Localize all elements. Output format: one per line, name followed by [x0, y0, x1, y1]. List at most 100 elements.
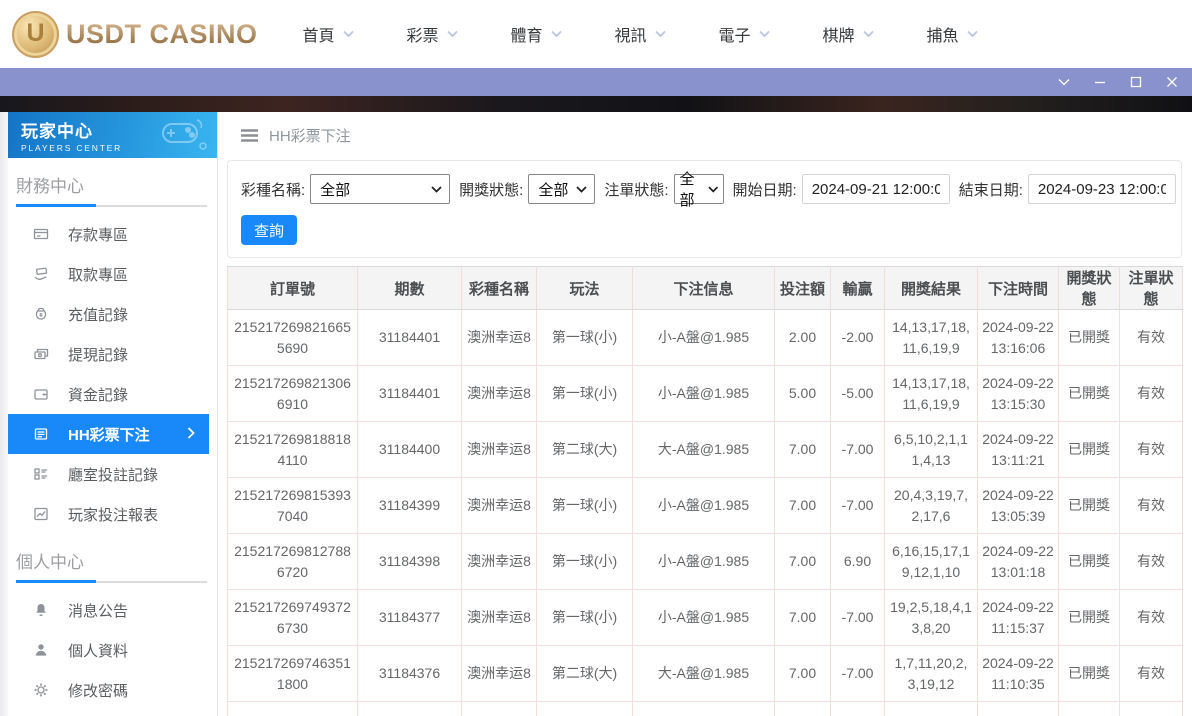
table-cell: 小-A盤@1.985: [632, 589, 775, 646]
nav-item-label: 視訊: [614, 28, 647, 45]
table-cell: -5.00: [830, 365, 885, 422]
table-cell: 2024-09-22 11:15:37: [977, 589, 1059, 646]
withdrawal-record-icon: [33, 346, 49, 362]
table-cell: 澳洲幸运8: [461, 365, 537, 422]
table-cell: -7.00: [830, 477, 885, 534]
table-cell: 6,16,15,17,19,12,1,10: [884, 533, 978, 590]
sidebar-item[interactable]: 修改密碼: [8, 670, 209, 710]
nav-item[interactable]: 電子: [692, 22, 796, 46]
table-cell: 已開獎: [1058, 421, 1120, 478]
nav-item-label: 首頁: [302, 28, 335, 45]
table-cell: 2024-09-22 13:15:30: [977, 365, 1059, 422]
table-cell: 2152172698188184110: [227, 421, 358, 478]
nav-item[interactable]: 首頁: [276, 22, 380, 46]
nav-item[interactable]: 體育: [484, 22, 588, 46]
sidebar-item[interactable]: 廳室投註記錄: [8, 454, 209, 494]
sidebar-item[interactable]: 玩家投注報表: [8, 494, 209, 534]
filter-panel: 彩種名稱: 全部 開獎狀態: 全部 注單狀態: 全部 開始日期: 2024-09…: [227, 160, 1182, 258]
sidebar-item[interactable]: 存款專區: [8, 214, 209, 254]
table-cell: 6.90: [830, 533, 885, 590]
sidebar-item[interactable]: 取款專區: [8, 254, 209, 294]
table-cell: 14,13,17,18,11,6,19,9: [884, 309, 978, 366]
draw-status-select[interactable]: 全部: [528, 174, 596, 204]
lottery-name-label: 彩種名稱:: [241, 181, 306, 199]
minimize-icon[interactable]: [1094, 76, 1106, 88]
sidebar-item[interactable]: 提現記錄: [8, 334, 209, 374]
nav-item[interactable]: 視訊: [588, 22, 692, 46]
bets-table: 訂單號 期數 彩種名稱 玩法 下注信息 投注額 輸贏 開獎結果 下注時間 開獎狀態 注單狀態 215…: [227, 266, 1183, 716]
table-row: 2152172698127886720 31184398 澳洲幸运8 第一球(小) 小-…: [227, 533, 1183, 590]
sidebar-item[interactable]: 個人資料: [8, 630, 209, 670]
table-cell: 2024-09-22 11:10:35: [977, 645, 1059, 702]
chevron-down-icon: [550, 30, 562, 38]
coin-logo-icon: U: [12, 10, 59, 58]
nav-item-label: 棋牌: [822, 28, 855, 45]
order-status-value: 全部: [679, 171, 695, 209]
nav-item[interactable]: 捕魚: [900, 22, 1004, 46]
sidebar-item-label: 廳室投註記錄: [68, 466, 159, 484]
site-header: U USDT CASINO 首頁 彩票 體育 視訊 電子 棋牌 捕魚: [0, 0, 1192, 68]
table-cell: 小-A盤@1.985: [632, 533, 775, 590]
nav-item[interactable]: 棋牌: [796, 22, 900, 46]
chevron-down-icon: [446, 30, 458, 38]
table-row: 2152172698153937040 31184399 澳洲幸运8 第一球(小) 小-…: [227, 477, 1183, 534]
close-icon[interactable]: [1166, 76, 1178, 88]
menu-toggle-icon[interactable]: [241, 128, 258, 142]
table-cell: 已開獎: [1058, 365, 1120, 422]
bell-icon: [33, 602, 49, 618]
sidebar: 玩家中心 PLAYERS CENTER 財務中心 存款專區 取款專區 充值記錄 提現記錄…: [0, 112, 218, 716]
column-header: 開獎結果: [884, 266, 978, 310]
table-cell: 2.00: [774, 309, 831, 366]
sidebar-item-label: 取款專區: [68, 266, 129, 284]
sidebar-item[interactable]: 資金記錄: [8, 374, 209, 414]
table-cell: 已開獎: [1058, 533, 1120, 590]
sidebar-item[interactable]: 消息公告: [8, 590, 209, 630]
sidebar-item-label: 修改密碼: [68, 682, 129, 700]
sidebar-item[interactable]: 充值記錄: [8, 294, 209, 334]
table-cell: [1058, 701, 1120, 716]
deposit-card-icon: [33, 226, 49, 242]
table-cell: 第一球(小): [536, 533, 633, 590]
order-status-label: 注單狀態:: [604, 181, 669, 199]
chevron-down-icon: [342, 30, 354, 38]
table-cell: 31184401: [357, 309, 462, 366]
sidebar-item[interactable]: HH彩票下注: [8, 414, 209, 454]
section-divider: [16, 204, 207, 207]
chevron-down-icon: [758, 30, 770, 38]
maximize-icon[interactable]: [1130, 76, 1142, 88]
table-cell: 2024-09-22 13:05:39: [977, 477, 1059, 534]
window-titlebar: [0, 68, 1192, 96]
column-header: 注單狀態: [1119, 266, 1183, 310]
lottery-name-select[interactable]: 全部: [310, 174, 451, 204]
table-cell: 1,7,11,20,2,3,19,12: [884, 645, 978, 702]
sidebar-item-label: 消息公告: [68, 602, 129, 620]
table-cell: 2152172698216655690: [227, 309, 358, 366]
table-cell: 大-A盤@1.985: [632, 421, 775, 478]
coin-letter: U: [26, 18, 45, 47]
query-button[interactable]: 查詢: [241, 215, 298, 245]
lottery-name-value: 全部: [320, 181, 351, 199]
brand-logo[interactable]: U USDT CASINO: [12, 10, 257, 58]
table-row: 2152172698216655690 31184401 澳洲幸运8 第一球(小) 小-…: [227, 309, 1183, 366]
order-status-select[interactable]: 全部: [673, 171, 724, 209]
table-cell: 澳洲幸运8: [461, 421, 537, 478]
table-cell: 31184399: [357, 477, 462, 534]
recharge-bag-icon: [33, 306, 49, 322]
start-date-input[interactable]: [801, 174, 950, 204]
end-date-input[interactable]: [1027, 174, 1176, 204]
chevron-down-icon: [431, 185, 442, 193]
column-header: 輸贏: [830, 266, 885, 310]
table-cell: 小-A盤@1.985: [632, 309, 775, 366]
table-cell: -7.00: [830, 645, 885, 702]
nav-item[interactable]: 彩票: [380, 22, 484, 46]
brand-name: USDT CASINO: [66, 18, 258, 49]
chevron-down-icon[interactable]: [1058, 76, 1070, 88]
table-cell: 14,13,17,18,11,6,19,9: [884, 365, 978, 422]
table-cell: 第一球(小): [536, 365, 633, 422]
table-cell: 澳洲幸运8: [461, 589, 537, 646]
table-cell: 7.00: [774, 533, 831, 590]
table-cell: 7.00: [774, 589, 831, 646]
table-cell: 澳洲幸运8: [461, 645, 537, 702]
gamepad-icon: [162, 119, 207, 150]
chevron-down-icon: [966, 30, 978, 38]
